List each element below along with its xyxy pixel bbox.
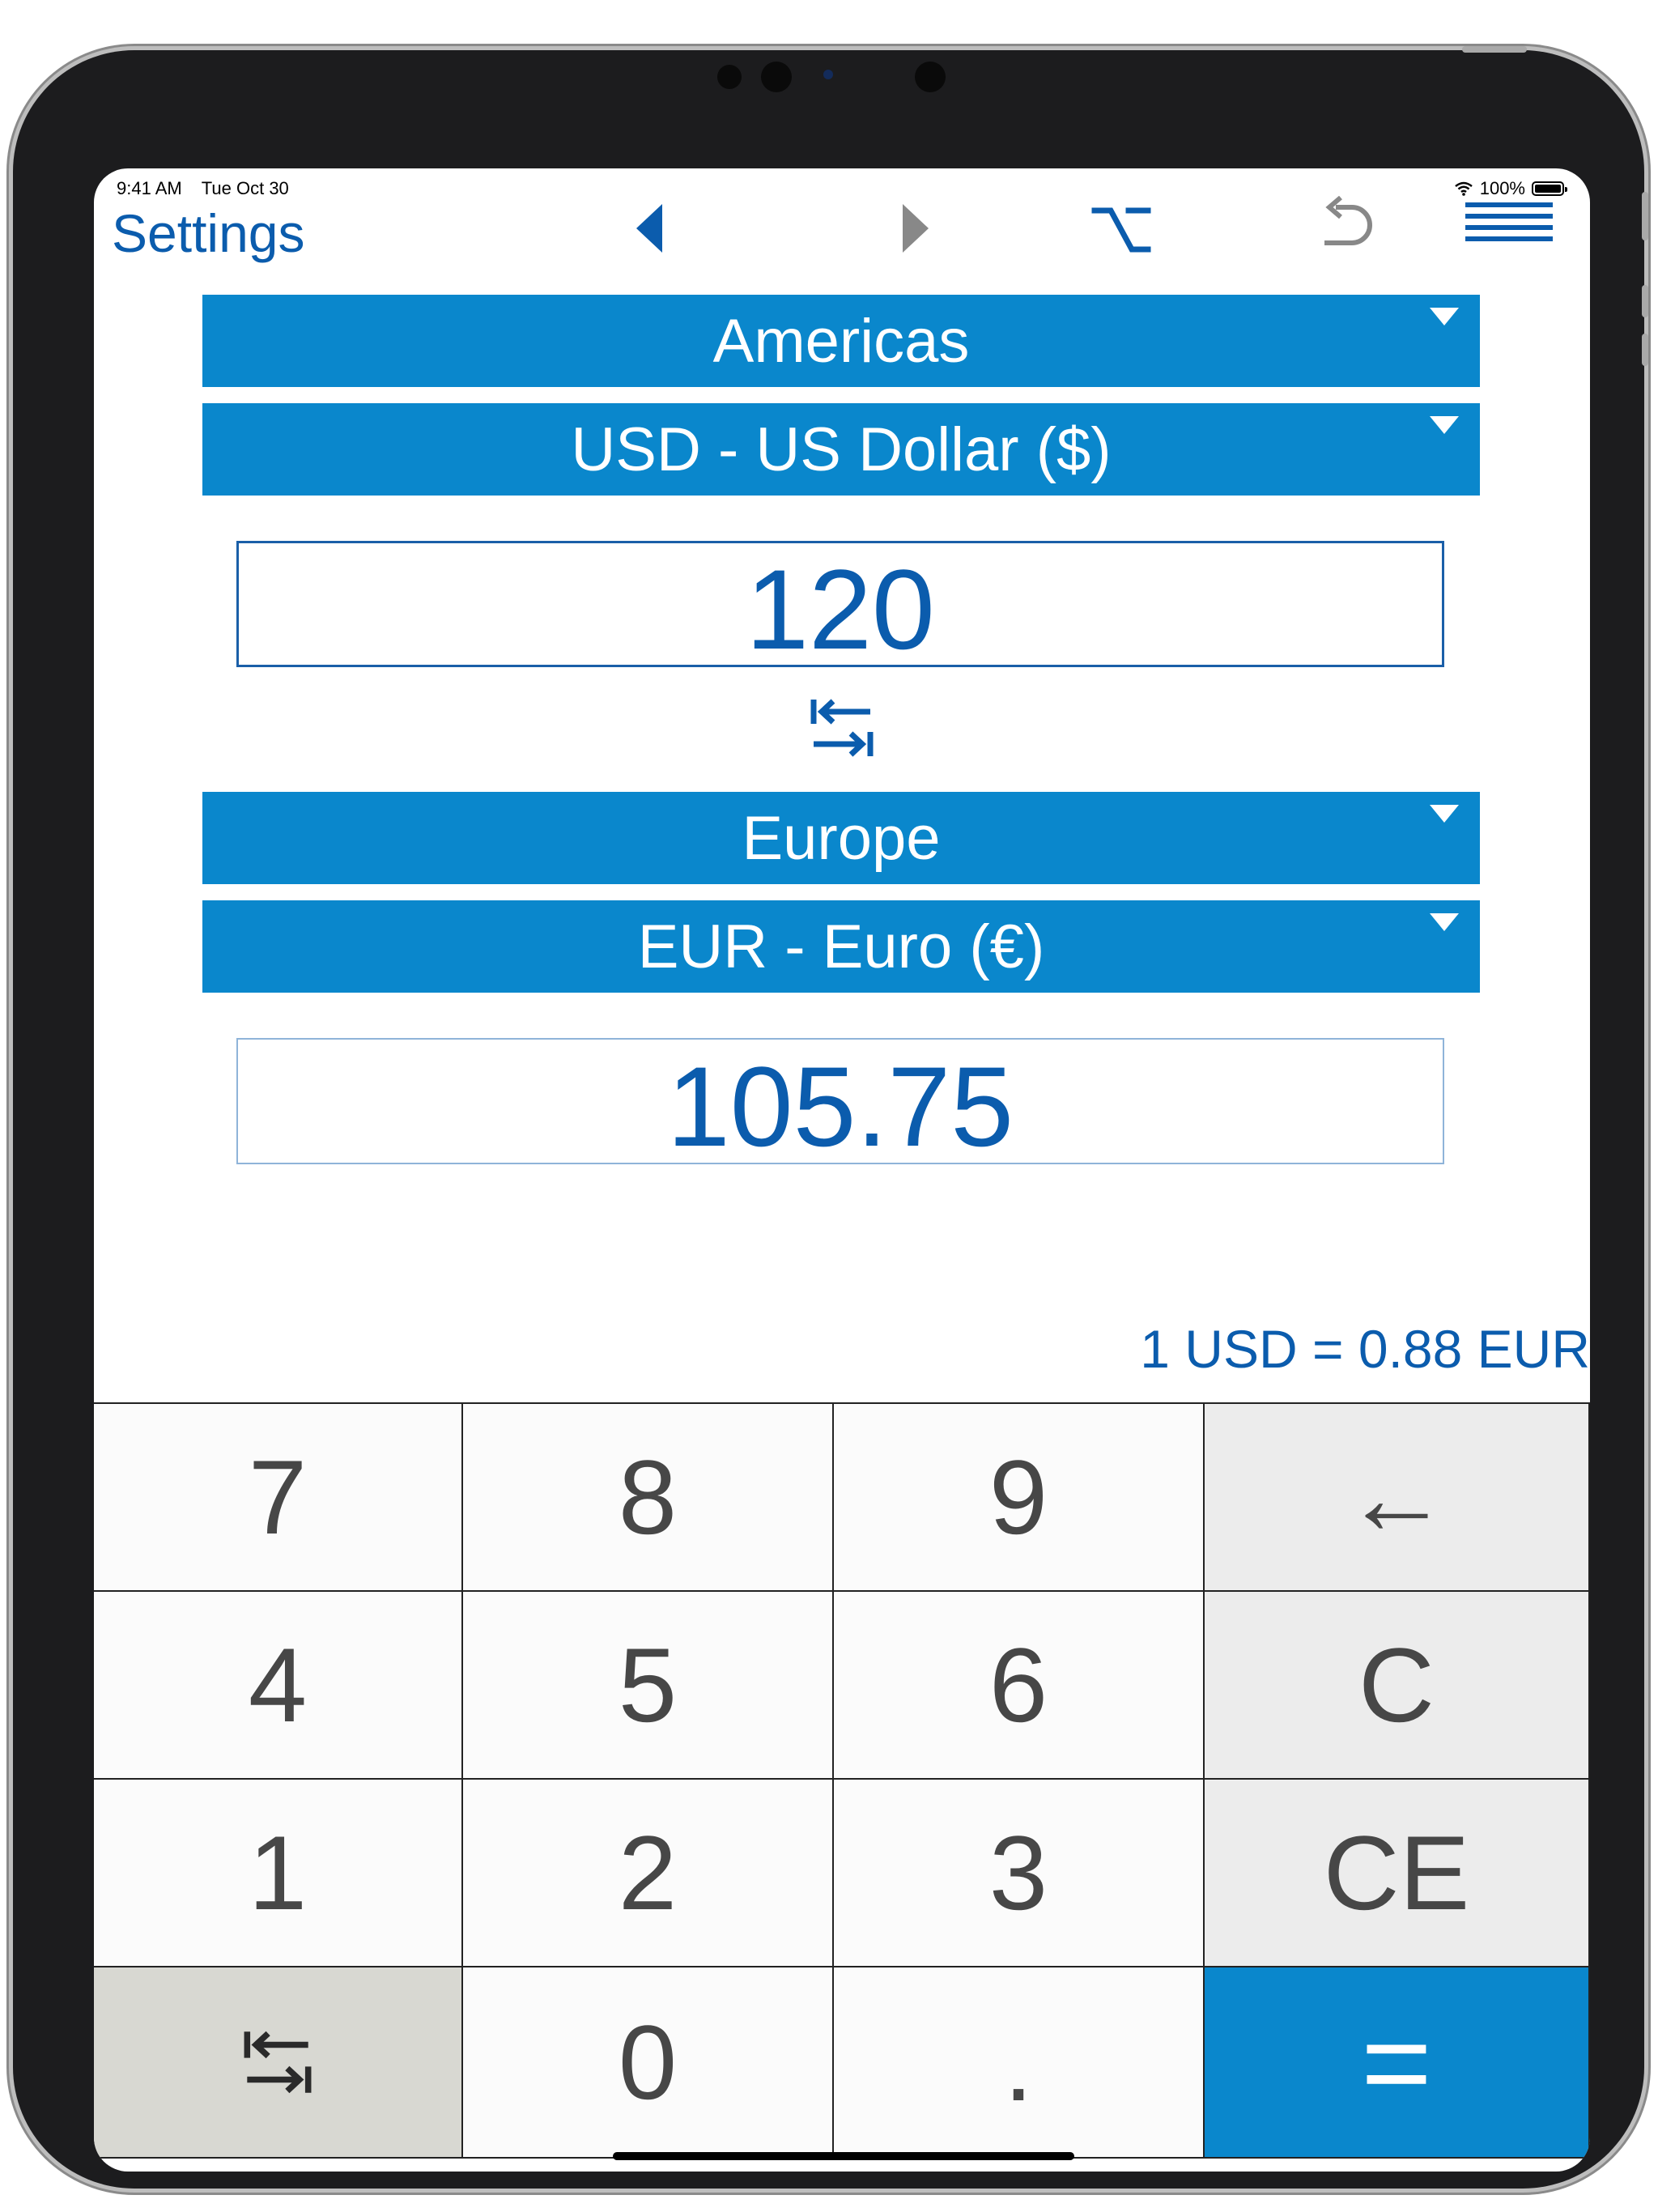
to-currency-dropdown[interactable]: EUR - Euro (€) <box>202 900 1480 993</box>
to-amount-field: 105.75 <box>236 1038 1444 1170</box>
to-region-label: Europe <box>742 803 941 873</box>
key-9[interactable]: 9 <box>834 1404 1205 1592</box>
from-amount-value: 120 <box>746 546 935 673</box>
status-bar-right: 100% <box>1454 178 1567 199</box>
app-screen: 9:41 AM Tue Oct 30 100% Settings America… <box>94 168 1590 2172</box>
chevron-down-icon <box>1430 805 1459 823</box>
chevron-down-icon <box>1430 308 1459 325</box>
menu-icon[interactable] <box>1465 202 1553 241</box>
wifi-icon <box>1454 181 1473 196</box>
from-amount-field[interactable]: 120 <box>236 541 1444 673</box>
key-8[interactable]: 8 <box>463 1404 834 1592</box>
key-4[interactable]: 4 <box>94 1592 463 1780</box>
chevron-down-icon <box>1430 416 1459 434</box>
key-3[interactable]: 3 <box>834 1780 1205 1967</box>
from-currency-label: USD - US Dollar ($) <box>571 415 1112 484</box>
home-indicator <box>613 2152 1074 2160</box>
from-currency-dropdown[interactable]: USD - US Dollar ($) <box>202 403 1480 496</box>
decimal-key[interactable]: . <box>834 1967 1205 2159</box>
undo-icon[interactable] <box>1315 196 1378 259</box>
key-7[interactable]: 7 <box>94 1404 463 1592</box>
sensor-dot <box>915 62 946 92</box>
clear-key[interactable]: C <box>1205 1592 1590 1780</box>
status-date: Tue Oct 30 <box>201 178 289 198</box>
back-arrow-icon[interactable] <box>635 202 664 254</box>
volume-down-button <box>1642 334 1648 366</box>
from-region-label: Americas <box>712 306 970 376</box>
settings-button[interactable]: Settings <box>112 202 304 264</box>
forward-arrow-icon[interactable] <box>901 202 930 254</box>
battery-icon <box>1532 181 1567 196</box>
ipad-frame: 9:41 AM Tue Oct 30 100% Settings America… <box>13 46 1648 2189</box>
swap-currencies-icon <box>244 2031 312 2094</box>
sensor-dot <box>823 70 833 79</box>
battery-percent: 100% <box>1479 178 1525 198</box>
key-0[interactable]: 0 <box>463 1967 834 2159</box>
volume-up-button <box>1642 285 1648 317</box>
status-time: 9:41 AM <box>117 178 182 198</box>
key-2[interactable]: 2 <box>463 1780 834 1967</box>
swap-key[interactable] <box>94 1967 463 2159</box>
top-button <box>1462 46 1527 53</box>
key-1[interactable]: 1 <box>94 1780 463 1967</box>
keypad: 7 8 9 ← 4 5 6 C 1 2 3 CE 0 . = <box>94 1402 1590 2159</box>
chevron-down-icon <box>1430 913 1459 931</box>
exchange-rate-text: 1 USD = 0.88 EUR <box>1140 1319 1590 1379</box>
backspace-key[interactable]: ← <box>1205 1404 1590 1592</box>
to-currency-label: EUR - Euro (€) <box>637 912 1045 981</box>
option-key-icon[interactable] <box>1091 201 1151 257</box>
camera-icon <box>761 62 792 92</box>
to-region-dropdown[interactable]: Europe <box>202 792 1480 884</box>
side-button <box>1642 192 1648 240</box>
equals-key[interactable]: = <box>1205 1967 1590 2159</box>
key-5[interactable]: 5 <box>463 1592 834 1780</box>
from-region-dropdown[interactable]: Americas <box>202 295 1480 387</box>
clear-entry-key[interactable]: CE <box>1205 1780 1590 1967</box>
key-6[interactable]: 6 <box>834 1592 1205 1780</box>
status-bar-left: 9:41 AM Tue Oct 30 <box>117 178 289 199</box>
swap-currencies-icon[interactable] <box>810 696 874 759</box>
sensor-dot <box>717 65 742 89</box>
to-amount-value: 105.75 <box>666 1043 1014 1170</box>
